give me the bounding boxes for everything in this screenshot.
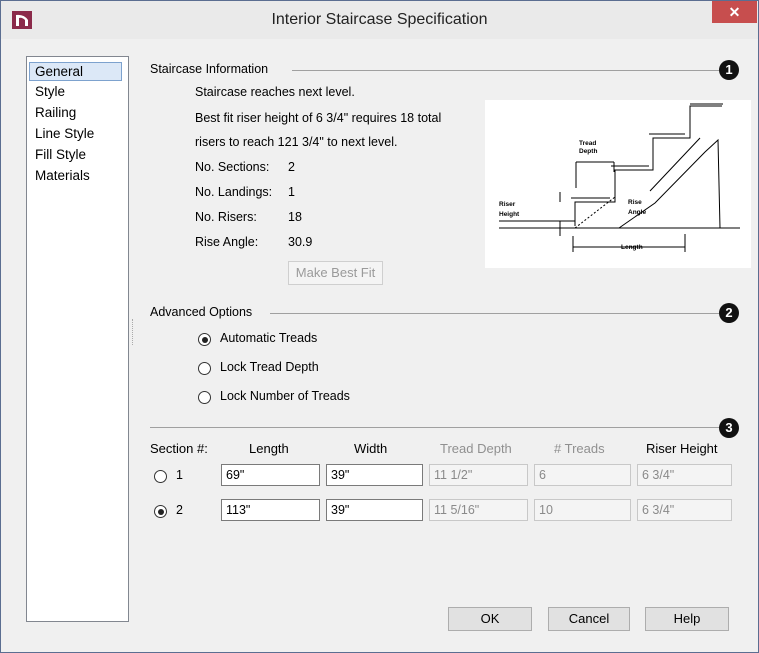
rise-angle-label: Rise Angle: (195, 235, 259, 249)
advanced-options-heading: Advanced Options (150, 305, 253, 319)
category-list[interactable]: General Style Railing Line Style Fill St… (26, 56, 129, 622)
help-button[interactable]: Help (645, 607, 729, 631)
rise-angle-label-2: Angle (628, 209, 646, 216)
section-1-length-input[interactable]: 69" (221, 464, 320, 486)
rise-angle-label-1: Rise (628, 199, 642, 206)
section-1-number: 1 (176, 468, 183, 482)
tread-depth-label-2: Depth (579, 148, 597, 155)
section-1-width-input[interactable]: 39" (326, 464, 423, 486)
section-2-riser-height-field: 6 3/4" (637, 499, 732, 521)
width-header: Width (354, 441, 388, 456)
section-number-header: Section #: (150, 441, 208, 456)
sidebar-item-fill-style[interactable]: Fill Style (30, 146, 91, 165)
staircase-diagram: Tread Depth Riser Height Rise Angle Leng… (485, 100, 751, 268)
sidebar-item-railing[interactable]: Railing (30, 104, 81, 123)
splitter-handle[interactable] (132, 319, 136, 345)
section-1-treads-field: 6 (534, 464, 631, 486)
callout-badge-2: 2 (719, 303, 739, 323)
section-divider (292, 70, 719, 71)
close-button[interactable]: ✕ (712, 1, 757, 23)
sidebar-item-general[interactable]: General (29, 62, 122, 81)
rise-angle-value: 30.9 (288, 235, 313, 249)
section-2-tread-depth-field: 11 5/16" (429, 499, 528, 521)
section-divider (150, 427, 719, 428)
tread-depth-header: Tread Depth (440, 441, 512, 456)
lock-number-of-treads-label[interactable]: Lock Number of Treads (220, 389, 350, 403)
cancel-button[interactable]: Cancel (548, 607, 630, 631)
callout-badge-1: 1 (719, 60, 739, 80)
ok-button[interactable]: OK (448, 607, 532, 631)
window-title: Interior Staircase Specification (271, 11, 488, 28)
best-fit-text-line2: risers to reach 121 3/4" to next level. (195, 135, 398, 149)
lock-number-of-treads-radio[interactable] (198, 391, 211, 404)
sections-value: 2 (288, 160, 295, 174)
landings-value: 1 (288, 185, 295, 199)
best-fit-text-line1: Best fit riser height of 6 3/4" requires… (195, 111, 442, 125)
section-2-length-input[interactable]: 113" (221, 499, 320, 521)
risers-label: No. Risers: (195, 210, 257, 224)
sections-label: No. Sections: (195, 160, 270, 174)
status-text: Staircase reaches next level. (195, 85, 355, 99)
dialog-window: Interior Staircase Specification ✕ Gener… (0, 0, 759, 653)
make-best-fit-button[interactable]: Make Best Fit (288, 261, 383, 285)
riser-height-label-2: Height (499, 211, 520, 218)
automatic-treads-label[interactable]: Automatic Treads (220, 331, 317, 345)
length-label: Length (621, 244, 643, 251)
lock-tread-depth-label[interactable]: Lock Tread Depth (220, 360, 319, 374)
section-2-treads-field: 10 (534, 499, 631, 521)
risers-value: 18 (288, 210, 302, 224)
staircase-info-heading: Staircase Information (150, 62, 269, 76)
lock-tread-depth-radio[interactable] (198, 362, 211, 375)
sidebar-item-materials[interactable]: Materials (30, 167, 95, 186)
sidebar-item-style[interactable]: Style (30, 83, 70, 102)
section-divider (270, 313, 719, 314)
section-2-radio[interactable] (154, 505, 167, 518)
length-header: Length (249, 441, 289, 456)
section-2-number: 2 (176, 503, 183, 517)
treads-header: # Treads (554, 441, 605, 456)
riser-height-label-1: Riser (499, 201, 516, 208)
section-1-riser-height-field: 6 3/4" (637, 464, 732, 486)
automatic-treads-radio[interactable] (198, 333, 211, 346)
sidebar-item-line-style[interactable]: Line Style (30, 125, 99, 144)
tread-depth-label-1: Tread (579, 140, 596, 147)
callout-badge-3: 3 (719, 418, 739, 438)
section-1-tread-depth-field: 11 1/2" (429, 464, 528, 486)
landings-label: No. Landings: (195, 185, 273, 199)
section-1-radio[interactable] (154, 470, 167, 483)
title-bar[interactable]: Interior Staircase Specification ✕ (1, 1, 758, 39)
section-2-width-input[interactable]: 39" (326, 499, 423, 521)
riser-height-header: Riser Height (646, 441, 718, 456)
